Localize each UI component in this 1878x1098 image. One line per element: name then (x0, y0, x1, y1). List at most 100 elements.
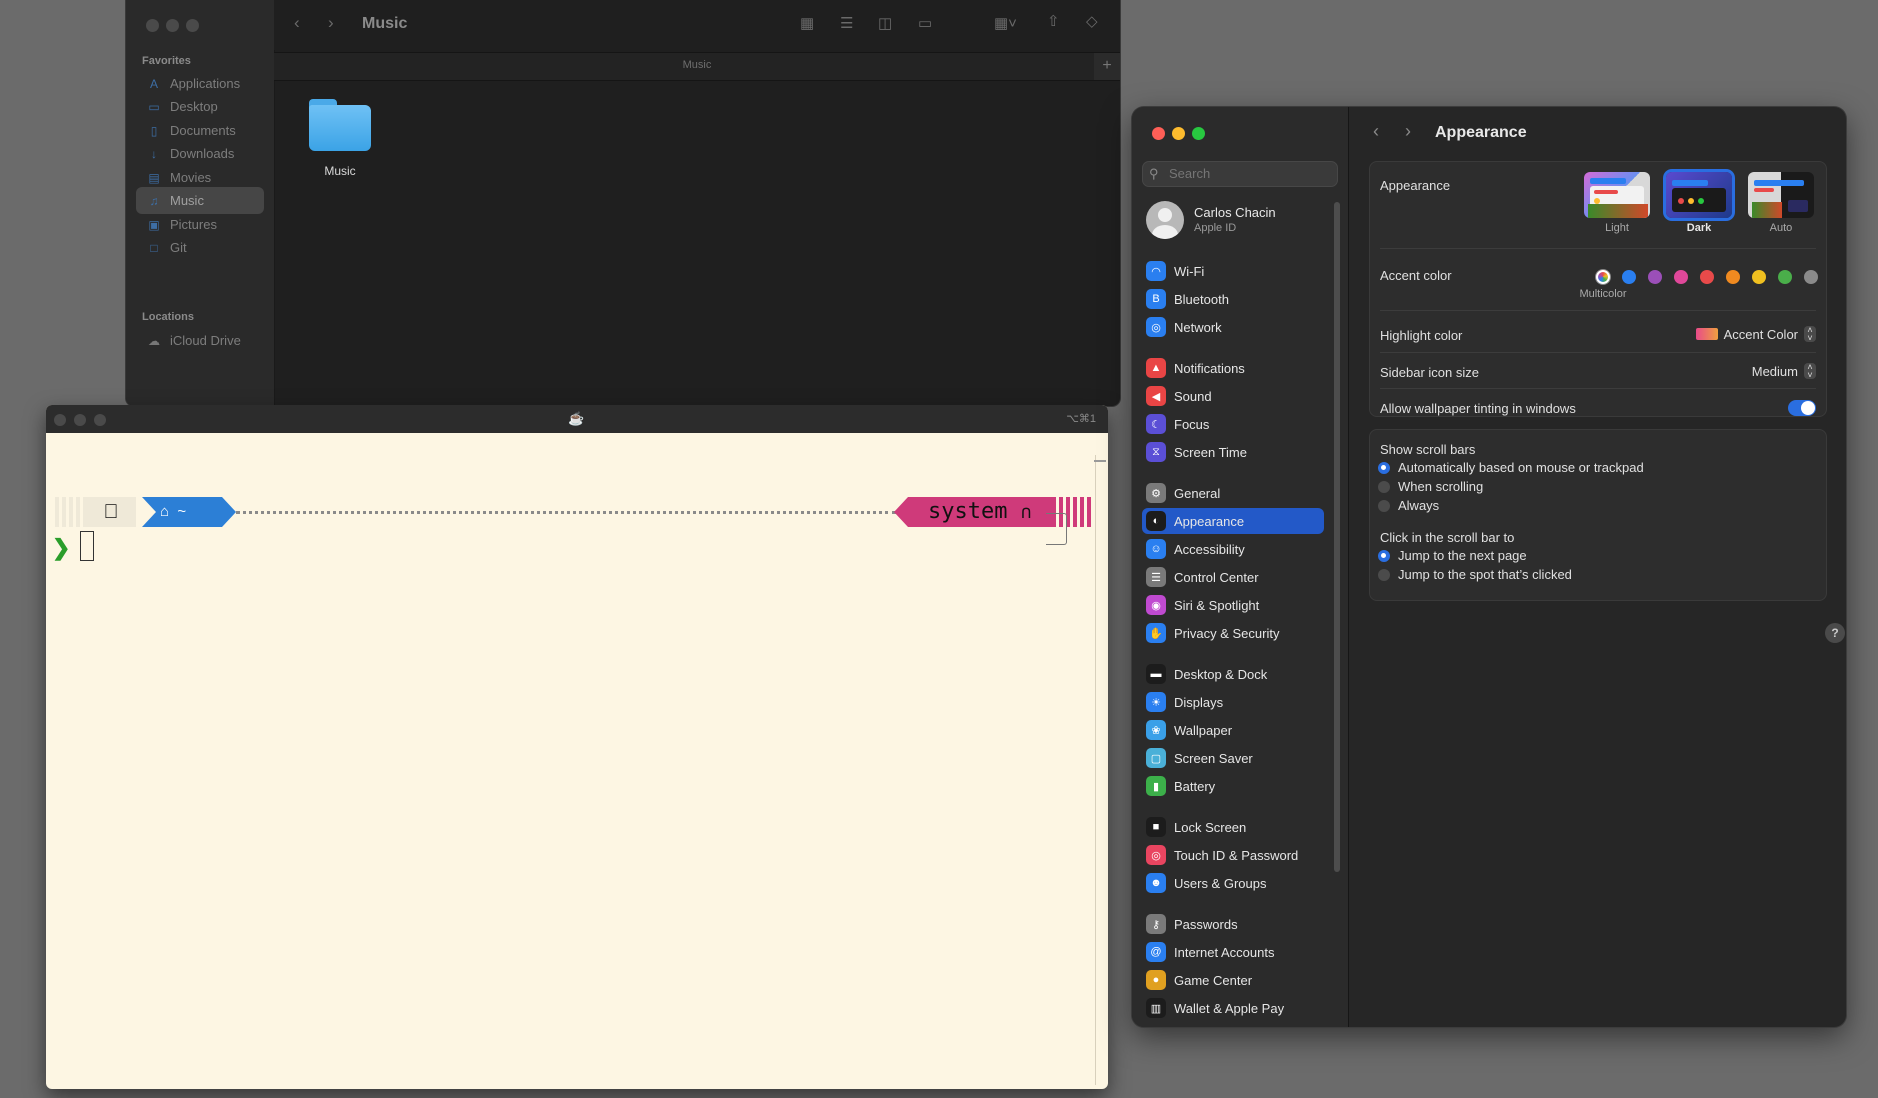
appearance-auto-option[interactable] (1748, 172, 1814, 218)
sidebar-icon-size-popup[interactable]: Medium ˄ ˅ (1752, 363, 1816, 380)
list-view-icon[interactable]: ☰ (840, 14, 853, 32)
accent-swatch-4[interactable] (1700, 270, 1714, 284)
radio-scroll-opts-0[interactable]: Automatically based on mouse or trackpad (1378, 460, 1644, 475)
appearance-light-label: Light (1605, 222, 1629, 234)
radio-button-icon[interactable] (1378, 568, 1390, 581)
sidebar-item-music[interactable]: ♫ Music (136, 187, 264, 214)
sidebar-scrollbar[interactable] (1334, 202, 1340, 872)
accent-swatch-multicolor[interactable] (1596, 270, 1610, 284)
column-view-icon[interactable]: ◫ (878, 14, 892, 32)
sidebar-item-label: Siri & Spotlight (1174, 597, 1260, 613)
radio-click-opts-0[interactable]: Jump to the next page (1378, 548, 1527, 563)
sidebar-item-users-groups[interactable]: ☻ Users & Groups (1142, 870, 1324, 896)
stepper-icon: ˄ ˅ (1804, 326, 1816, 343)
gallery-view-icon[interactable]: ▭ (918, 14, 932, 32)
group-icon[interactable]: ▦˅ (994, 14, 1017, 32)
game-center-icon: ● (1146, 970, 1166, 990)
window-controls (54, 413, 114, 431)
search-field[interactable]: ⚲ (1142, 161, 1338, 187)
accent-swatch-7[interactable] (1778, 270, 1792, 284)
appearance-light-option[interactable] (1584, 172, 1650, 218)
zoom-button[interactable] (1192, 127, 1205, 140)
sidebar-item-privacy-security[interactable]: ✋ Privacy & Security (1142, 620, 1324, 646)
close-button[interactable] (1152, 127, 1165, 140)
accent-swatch-3[interactable] (1674, 270, 1688, 284)
zoom-button[interactable] (186, 19, 199, 32)
sidebar-item-desktop-dock[interactable]: ▬ Desktop & Dock (1142, 661, 1324, 687)
music-icon: ♫ (149, 193, 159, 208)
back-icon[interactable]: ‹ (1373, 121, 1379, 142)
sidebar-item-git[interactable]: □ Git (136, 234, 264, 261)
sidebar-item-sound[interactable]: ◀ Sound (1142, 383, 1324, 409)
sidebar-item-wi-fi[interactable]: ◠ Wi-Fi (1142, 258, 1324, 284)
folder-icon[interactable] (309, 99, 371, 151)
desktop-icon: ▭ (148, 99, 160, 114)
help-button[interactable]: ? (1825, 623, 1845, 643)
forward-icon[interactable]: › (1405, 121, 1411, 142)
icon-view-icon[interactable]: ▦ (800, 14, 814, 32)
sidebar-item-wallpaper[interactable]: ❀ Wallpaper (1142, 717, 1324, 743)
sidebar-item-screen-time[interactable]: ⧖ Screen Time (1142, 439, 1324, 465)
sidebar-item-displays[interactable]: ☀ Displays (1142, 689, 1324, 715)
sidebar-item-general[interactable]: ⚙ General (1142, 480, 1324, 506)
sidebar-item-label: Passwords (1174, 916, 1238, 932)
radio-button-icon[interactable] (1378, 549, 1390, 562)
radio-click-opts-1[interactable]: Jump to the spot that’s clicked (1378, 567, 1572, 582)
radio-button-icon[interactable] (1378, 499, 1390, 512)
radio-button-icon[interactable] (1378, 480, 1390, 493)
terminal-scrollbar[interactable] (1095, 455, 1106, 1085)
sidebar-item-accessibility[interactable]: ☺ Accessibility (1142, 536, 1324, 562)
sidebar-item-label: Sound (1174, 388, 1212, 404)
wallpaper-tinting-toggle[interactable] (1788, 400, 1816, 416)
accent-swatch-8[interactable] (1804, 270, 1818, 284)
accent-swatch-1[interactable] (1622, 270, 1636, 284)
back-icon[interactable]: ‹ (294, 13, 300, 33)
sidebar-item-screen-saver[interactable]: ▢ Screen Saver (1142, 745, 1324, 771)
sidebar-item-label: Lock Screen (1174, 819, 1247, 835)
close-button[interactable] (146, 19, 159, 32)
sidebar-item-label: Accessibility (1174, 541, 1245, 557)
sidebar-item-battery[interactable]: ▮ Battery (1142, 773, 1324, 799)
sidebar-item-label: Downloads (170, 146, 235, 161)
minimize-button[interactable] (74, 414, 86, 426)
path-title: Music (682, 59, 712, 71)
add-tab-button[interactable]: + (1094, 53, 1120, 80)
minimize-button[interactable] (166, 19, 179, 32)
sidebar-item-focus[interactable]: ☾ Focus (1142, 411, 1324, 437)
sidebar-item-icloud-drive[interactable]: ☁ iCloud Drive (136, 327, 264, 354)
sidebar-item-bluetooth[interactable]: B Bluetooth (1142, 286, 1324, 312)
search-input[interactable] (1167, 165, 1331, 182)
accent-color-label: Accent color (1380, 268, 1452, 283)
sidebar-item-lock-screen[interactable]: ■ Lock Screen (1142, 814, 1324, 840)
radio-button-icon[interactable] (1378, 461, 1390, 474)
sidebar-item-desktop[interactable]: ▭ Desktop (136, 93, 264, 120)
radio-scroll-opts-2[interactable]: Always (1378, 498, 1439, 513)
sidebar-item-game-center[interactable]: ● Game Center (1142, 967, 1324, 993)
text-cursor[interactable] (80, 531, 94, 561)
share-icon[interactable]: ⇧ (1047, 12, 1060, 30)
accent-swatch-6[interactable] (1752, 270, 1766, 284)
sidebar-item-notifications[interactable]: ▲ Notifications (1142, 355, 1324, 381)
appearance-dark-option[interactable] (1666, 172, 1732, 218)
sidebar-item-appearance[interactable]: ◐ Appearance (1142, 508, 1324, 534)
accent-swatch-5[interactable] (1726, 270, 1740, 284)
sidebar-item-downloads[interactable]: ↓ Downloads (136, 140, 264, 167)
forward-icon[interactable]: › (328, 13, 334, 33)
divider (1380, 388, 1816, 389)
sidebar-item-wallet-apple-pay[interactable]: ▥ Wallet & Apple Pay (1142, 995, 1324, 1021)
sidebar-item-passwords[interactable]: ⚷ Passwords (1142, 911, 1324, 937)
sidebar-item-internet-accounts[interactable]: @ Internet Accounts (1142, 939, 1324, 965)
zoom-button[interactable] (94, 414, 106, 426)
battery-icon: ▮ (1146, 776, 1166, 796)
radio-scroll-opts-1[interactable]: When scrolling (1378, 479, 1483, 494)
tag-icon[interactable]: ◇ (1086, 12, 1098, 30)
sidebar-item-siri-spotlight[interactable]: ◉ Siri & Spotlight (1142, 592, 1324, 618)
sidebar-item-network[interactable]: ◎ Network (1142, 314, 1324, 340)
folder-label[interactable]: Music (286, 164, 394, 178)
minimize-button[interactable] (1172, 127, 1185, 140)
close-button[interactable] (54, 414, 66, 426)
highlight-color-popup[interactable]: Accent Color ˄ ˅ (1695, 326, 1816, 343)
accent-swatch-2[interactable] (1648, 270, 1662, 284)
sidebar-item-touch-id-password[interactable]: ◎ Touch ID & Password (1142, 842, 1324, 868)
sidebar-item-control-center[interactable]: ☰ Control Center (1142, 564, 1324, 590)
